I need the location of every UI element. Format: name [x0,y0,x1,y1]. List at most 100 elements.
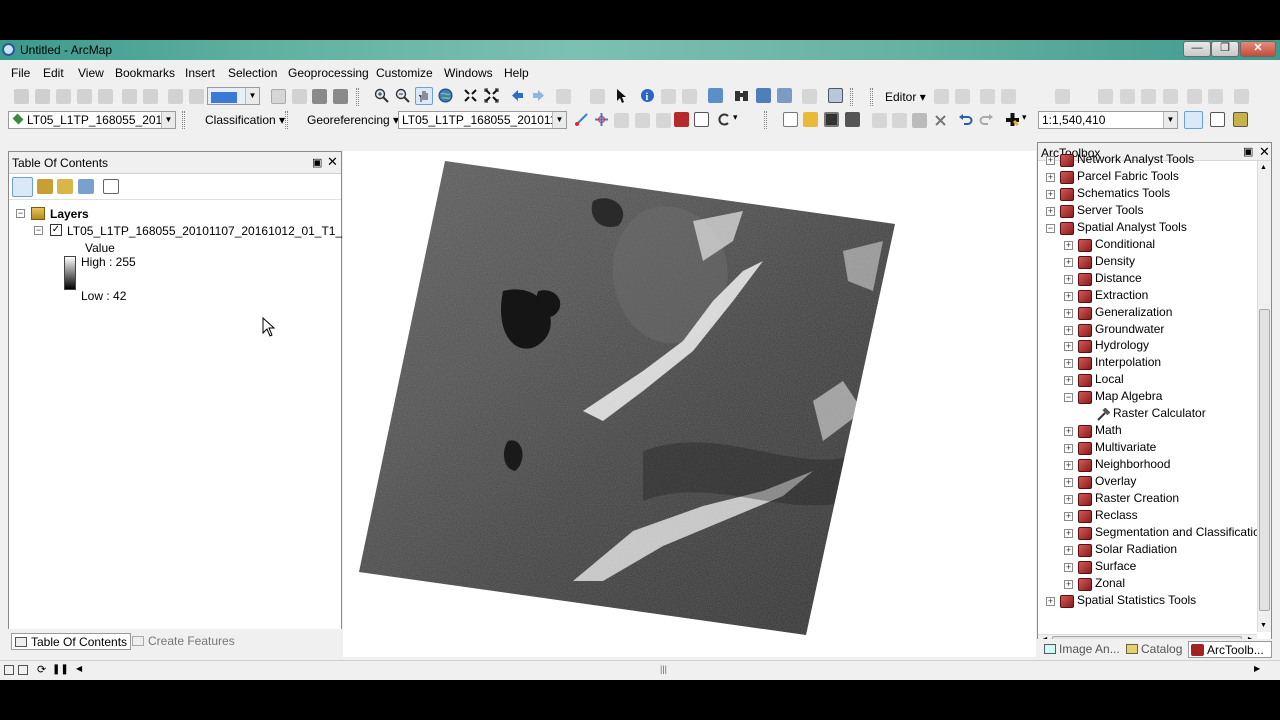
expand-toggle-icon[interactable]: + [1064,325,1073,335]
create-viewer-icon[interactable] [828,88,843,103]
menu-customize[interactable]: Customize [376,66,433,80]
expand-toggle-icon[interactable]: + [1046,172,1055,182]
toolbox-item[interactable]: Network Analyst Tools [1077,152,1194,166]
full-extent-icon[interactable] [438,88,453,103]
layers-root-label[interactable]: Layers [50,207,89,221]
expand-toggle-icon[interactable]: − [1064,393,1073,403]
arctoolbox-vertical-scrollbar[interactable]: ▲ ▼ [1257,161,1271,632]
toolbox-item[interactable]: Distance [1095,271,1142,285]
html-popup-icon[interactable] [682,89,697,104]
maximize-button[interactable]: ❐ [1211,41,1239,57]
link-table-icon[interactable] [674,112,689,127]
save-icon[interactable] [824,112,839,127]
editor-menu[interactable]: Editor ▾ [885,90,926,104]
add-data-dropdown-arrow[interactable]: ▾ [1022,112,1027,123]
toolbox-item[interactable]: Groundwater [1095,322,1164,336]
toolbar-grip[interactable] [356,88,359,106]
cut-icon[interactable] [872,113,887,128]
toolbox-item[interactable]: Math [1095,423,1122,437]
toolbox-item[interactable]: Extraction [1095,288,1148,302]
data-driven-pages-icon[interactable] [333,89,348,104]
viewer-dropdown-arrow[interactable]: ▾ [733,112,738,123]
menu-file[interactable]: File [11,66,30,80]
toolbar-grip[interactable] [285,111,288,129]
list-by-selection-icon[interactable] [78,179,94,194]
tab-catalog[interactable]: Catalog [1123,641,1184,658]
toolbox-item[interactable]: Segmentation and Classification [1095,525,1266,539]
toolbox-item[interactable]: Reclass [1095,508,1138,522]
zoom-out-fixed-icon[interactable] [35,89,50,104]
select-elements-icon[interactable] [614,88,629,103]
toolbox-item[interactable]: Spatial Analyst Tools [1077,220,1187,234]
toc-options-icon[interactable] [103,179,119,194]
arctoolbox-close-icon[interactable]: ✕ [1259,144,1270,160]
extent-disabled-icon[interactable] [98,89,113,104]
map-scroll-left-icon[interactable]: ◀ [76,664,82,673]
toolbox-item[interactable]: Generalization [1095,305,1172,319]
toc-close-icon[interactable]: ✕ [327,154,338,170]
menu-view[interactable]: View [78,66,104,80]
layout-zoom-combo[interactable]: 100% ▼ [207,87,260,105]
auto-registration-icon[interactable] [656,113,671,128]
delete-icon[interactable] [933,113,948,128]
list-by-source-icon[interactable] [37,179,53,194]
toolbar-grip[interactable] [764,111,767,129]
new-document-icon[interactable] [783,112,798,127]
expand-toggle-icon[interactable]: + [1064,291,1073,301]
layout-zoom-icon[interactable] [122,89,137,104]
find-route-icon[interactable] [756,88,771,103]
expand-toggle-icon[interactable]: + [1064,528,1073,538]
menu-help[interactable]: Help [504,66,529,80]
layout-fixed-icon[interactable] [168,89,183,104]
expand-toggle-icon[interactable]: + [1046,596,1055,606]
expand-toggle-icon[interactable]: + [1064,579,1073,589]
add-control-points-icon[interactable] [594,112,609,127]
attributes-icon[interactable] [1163,89,1178,104]
toolbox-item[interactable]: Spatial Statistics Tools [1077,593,1196,607]
full-extent-disabled-icon[interactable] [77,89,92,104]
image-analysis-layer-select[interactable]: LT05_L1TP_168055_201011(▼ [8,111,176,129]
catalog-window-icon[interactable] [1233,112,1248,127]
go-forward-icon[interactable] [531,88,546,103]
expand-toggle-icon[interactable]: + [1064,308,1073,318]
toggle-draft-icon[interactable] [271,89,286,104]
scroll-up-icon[interactable]: ▲ [1260,164,1267,171]
endpoint-arc-icon[interactable] [1001,89,1016,104]
clear-selection-icon[interactable] [590,89,605,104]
sketch-properties-icon[interactable] [1187,89,1202,104]
copy-icon[interactable] [892,113,907,128]
expand-toggle-icon[interactable]: + [1064,545,1073,555]
view-link-table-icon[interactable] [694,112,709,127]
layout-view-icon[interactable] [18,665,28,675]
expand-toggle-icon[interactable]: + [1064,427,1073,437]
fixed-zoom-out-icon[interactable] [484,88,499,103]
refresh-icon[interactable]: ⟳ [37,663,46,676]
zoom-in-icon[interactable] [374,88,389,103]
layers-collapse-icon[interactable]: − [16,209,25,218]
expand-toggle-icon[interactable]: + [1046,156,1055,165]
cut-polygons-icon[interactable] [1098,89,1113,104]
arctoolbox-scroll-thumb[interactable] [1259,309,1270,611]
expand-toggle-icon[interactable]: + [1064,444,1073,454]
scroll-down-icon[interactable]: ▼ [1260,622,1267,629]
layout-zoom-out-icon[interactable] [143,89,158,104]
select-by-rectangle-icon[interactable] [556,89,571,104]
tab-image-analysis[interactable]: Image An... [1041,641,1122,658]
edit-annotation-icon[interactable] [955,89,970,104]
go-back-icon[interactable] [510,88,525,103]
toolbox-item[interactable]: Hydrology [1095,338,1149,352]
toolbox-item[interactable]: Map Algebra [1095,389,1162,403]
classification-menu[interactable]: Classification ▾ [205,113,285,127]
zoom-out-icon[interactable] [395,88,410,103]
toolbox-item[interactable]: Overlay [1095,474,1136,488]
toolbox-item[interactable]: Server Tools [1077,203,1143,217]
expand-toggle-icon[interactable]: + [1064,342,1073,352]
paste-icon[interactable] [912,113,927,128]
expand-toggle-icon[interactable]: + [1046,206,1055,216]
expand-toggle-icon[interactable]: + [1064,495,1073,504]
scale-tool-icon[interactable] [635,113,650,128]
redo-icon[interactable] [979,112,994,127]
map-scroll-grip[interactable]: ||| [660,664,667,674]
table-of-contents-window-icon[interactable] [1210,112,1225,127]
expand-toggle-icon[interactable]: + [1064,240,1073,250]
